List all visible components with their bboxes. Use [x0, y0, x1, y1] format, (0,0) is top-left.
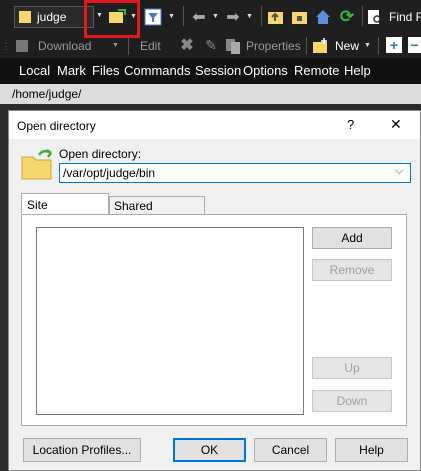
tab-shared-bookmarks[interactable]: Shared bookmarks: [109, 196, 205, 227]
forward-button[interactable]: ➡ ▼: [224, 8, 254, 28]
ok-button[interactable]: OK: [173, 438, 246, 462]
chevron-down-icon: ▼: [168, 13, 175, 20]
dialog-title: Open directory: [17, 119, 96, 133]
download-button[interactable]: Download ▼: [14, 36, 124, 56]
menu-help[interactable]: Help: [344, 63, 371, 78]
minus-icon: −: [408, 37, 421, 53]
edit-button[interactable]: Edit: [134, 36, 174, 56]
filter-icon: [144, 8, 162, 26]
chevron-down-icon: ▼: [112, 42, 119, 49]
bookmarks-list[interactable]: [36, 227, 304, 415]
delete-icon: ✖: [180, 37, 194, 54]
parent-directory-button[interactable]: [267, 8, 287, 28]
menu-options[interactable]: Options: [243, 63, 288, 78]
down-button[interactable]: Down: [312, 390, 392, 412]
menu-files[interactable]: Files: [92, 63, 119, 78]
directory-value: /var/opt/judge/bin: [63, 166, 156, 180]
main-toolbar: judge ▼ ▼ ▼ ⬅ ▼ ➡ ▼ ⟳ Find F: [0, 0, 421, 38]
back-button[interactable]: ⬅ ▼: [190, 8, 220, 28]
remote-path: /home/judge/: [12, 87, 82, 101]
properties-label: Properties: [246, 39, 301, 53]
edit-label: Edit: [140, 39, 161, 53]
filter-button[interactable]: ▼: [144, 8, 178, 28]
remote-path-bar[interactable]: /home/judge/: [0, 84, 421, 104]
new-folder-icon: [312, 37, 330, 55]
chevron-down-icon: ▼: [246, 13, 253, 20]
plus-icon: +: [386, 37, 402, 53]
help-icon[interactable]: ?: [347, 117, 354, 132]
menu-session[interactable]: Session: [195, 63, 241, 78]
menu-local[interactable]: Local: [19, 63, 50, 78]
folder-up-icon: [267, 8, 285, 26]
tab-site-bookmarks[interactable]: Site bookmarks: [21, 193, 109, 226]
arrow-left-icon: ⬅: [192, 9, 206, 26]
refresh-button[interactable]: ⟳: [338, 7, 358, 28]
properties-icon: [224, 37, 242, 55]
home-directory-button[interactable]: [314, 8, 334, 28]
deselect-files-button[interactable]: −: [408, 37, 421, 55]
file-toolbar: ⋮ Download ▼ Edit ✖ ✎ Properties New ▼ +…: [0, 34, 421, 58]
refresh-icon: ⟳: [339, 7, 355, 26]
session-name: judge: [37, 10, 67, 24]
dialog-titlebar: Open directory ? ✕: [9, 111, 420, 139]
chevron-down-icon: ▼: [364, 42, 371, 49]
find-files-button[interactable]: Find F: [367, 8, 421, 28]
open-directory-dialog: Open directory ? ✕ Open directory: /var/…: [8, 110, 421, 471]
rename-button[interactable]: ✎: [202, 36, 222, 56]
folder-root-icon: [291, 8, 309, 26]
download-label: Download: [38, 39, 92, 53]
menu-bar: Local Mark Files Commands Session Option…: [0, 58, 421, 84]
highlight-box: [84, 0, 140, 38]
chevron-down-icon: ⌵: [395, 165, 404, 177]
close-icon[interactable]: ✕: [390, 116, 402, 133]
menu-mark[interactable]: Mark: [57, 63, 86, 78]
bookmarks-panel: Add Remove Up Down: [21, 214, 407, 426]
download-icon: [14, 37, 32, 55]
folder-icon: [21, 149, 55, 181]
cancel-button[interactable]: Cancel: [254, 438, 327, 462]
select-files-button[interactable]: +: [386, 37, 404, 55]
folder-icon: [19, 10, 31, 24]
menu-remote[interactable]: Remote: [294, 63, 340, 78]
chevron-down-icon: ▼: [212, 13, 219, 20]
new-label: New: [335, 39, 360, 53]
directory-combobox[interactable]: /var/opt/judge/bin ⌵: [59, 163, 411, 183]
properties-button[interactable]: Properties: [224, 36, 304, 56]
up-button[interactable]: Up: [312, 357, 392, 379]
rename-icon: ✎: [205, 36, 217, 53]
find-files-label: Find F: [389, 10, 421, 24]
delete-button[interactable]: ✖: [178, 36, 198, 56]
remove-button[interactable]: Remove: [312, 259, 392, 281]
open-directory-label: Open directory:: [59, 147, 142, 161]
help-button[interactable]: Help: [335, 438, 408, 462]
location-profiles-button[interactable]: Location Profiles...: [23, 438, 141, 462]
add-button[interactable]: Add: [312, 227, 392, 249]
grip-icon: ⋮: [1, 40, 11, 51]
menu-commands[interactable]: Commands: [124, 63, 190, 78]
find-files-icon: [367, 9, 383, 25]
home-icon: [314, 8, 332, 26]
arrow-right-icon: ➡: [226, 9, 240, 26]
new-button[interactable]: New ▼: [312, 36, 374, 56]
session-selector[interactable]: judge: [14, 6, 94, 28]
root-directory-button[interactable]: [291, 8, 311, 28]
